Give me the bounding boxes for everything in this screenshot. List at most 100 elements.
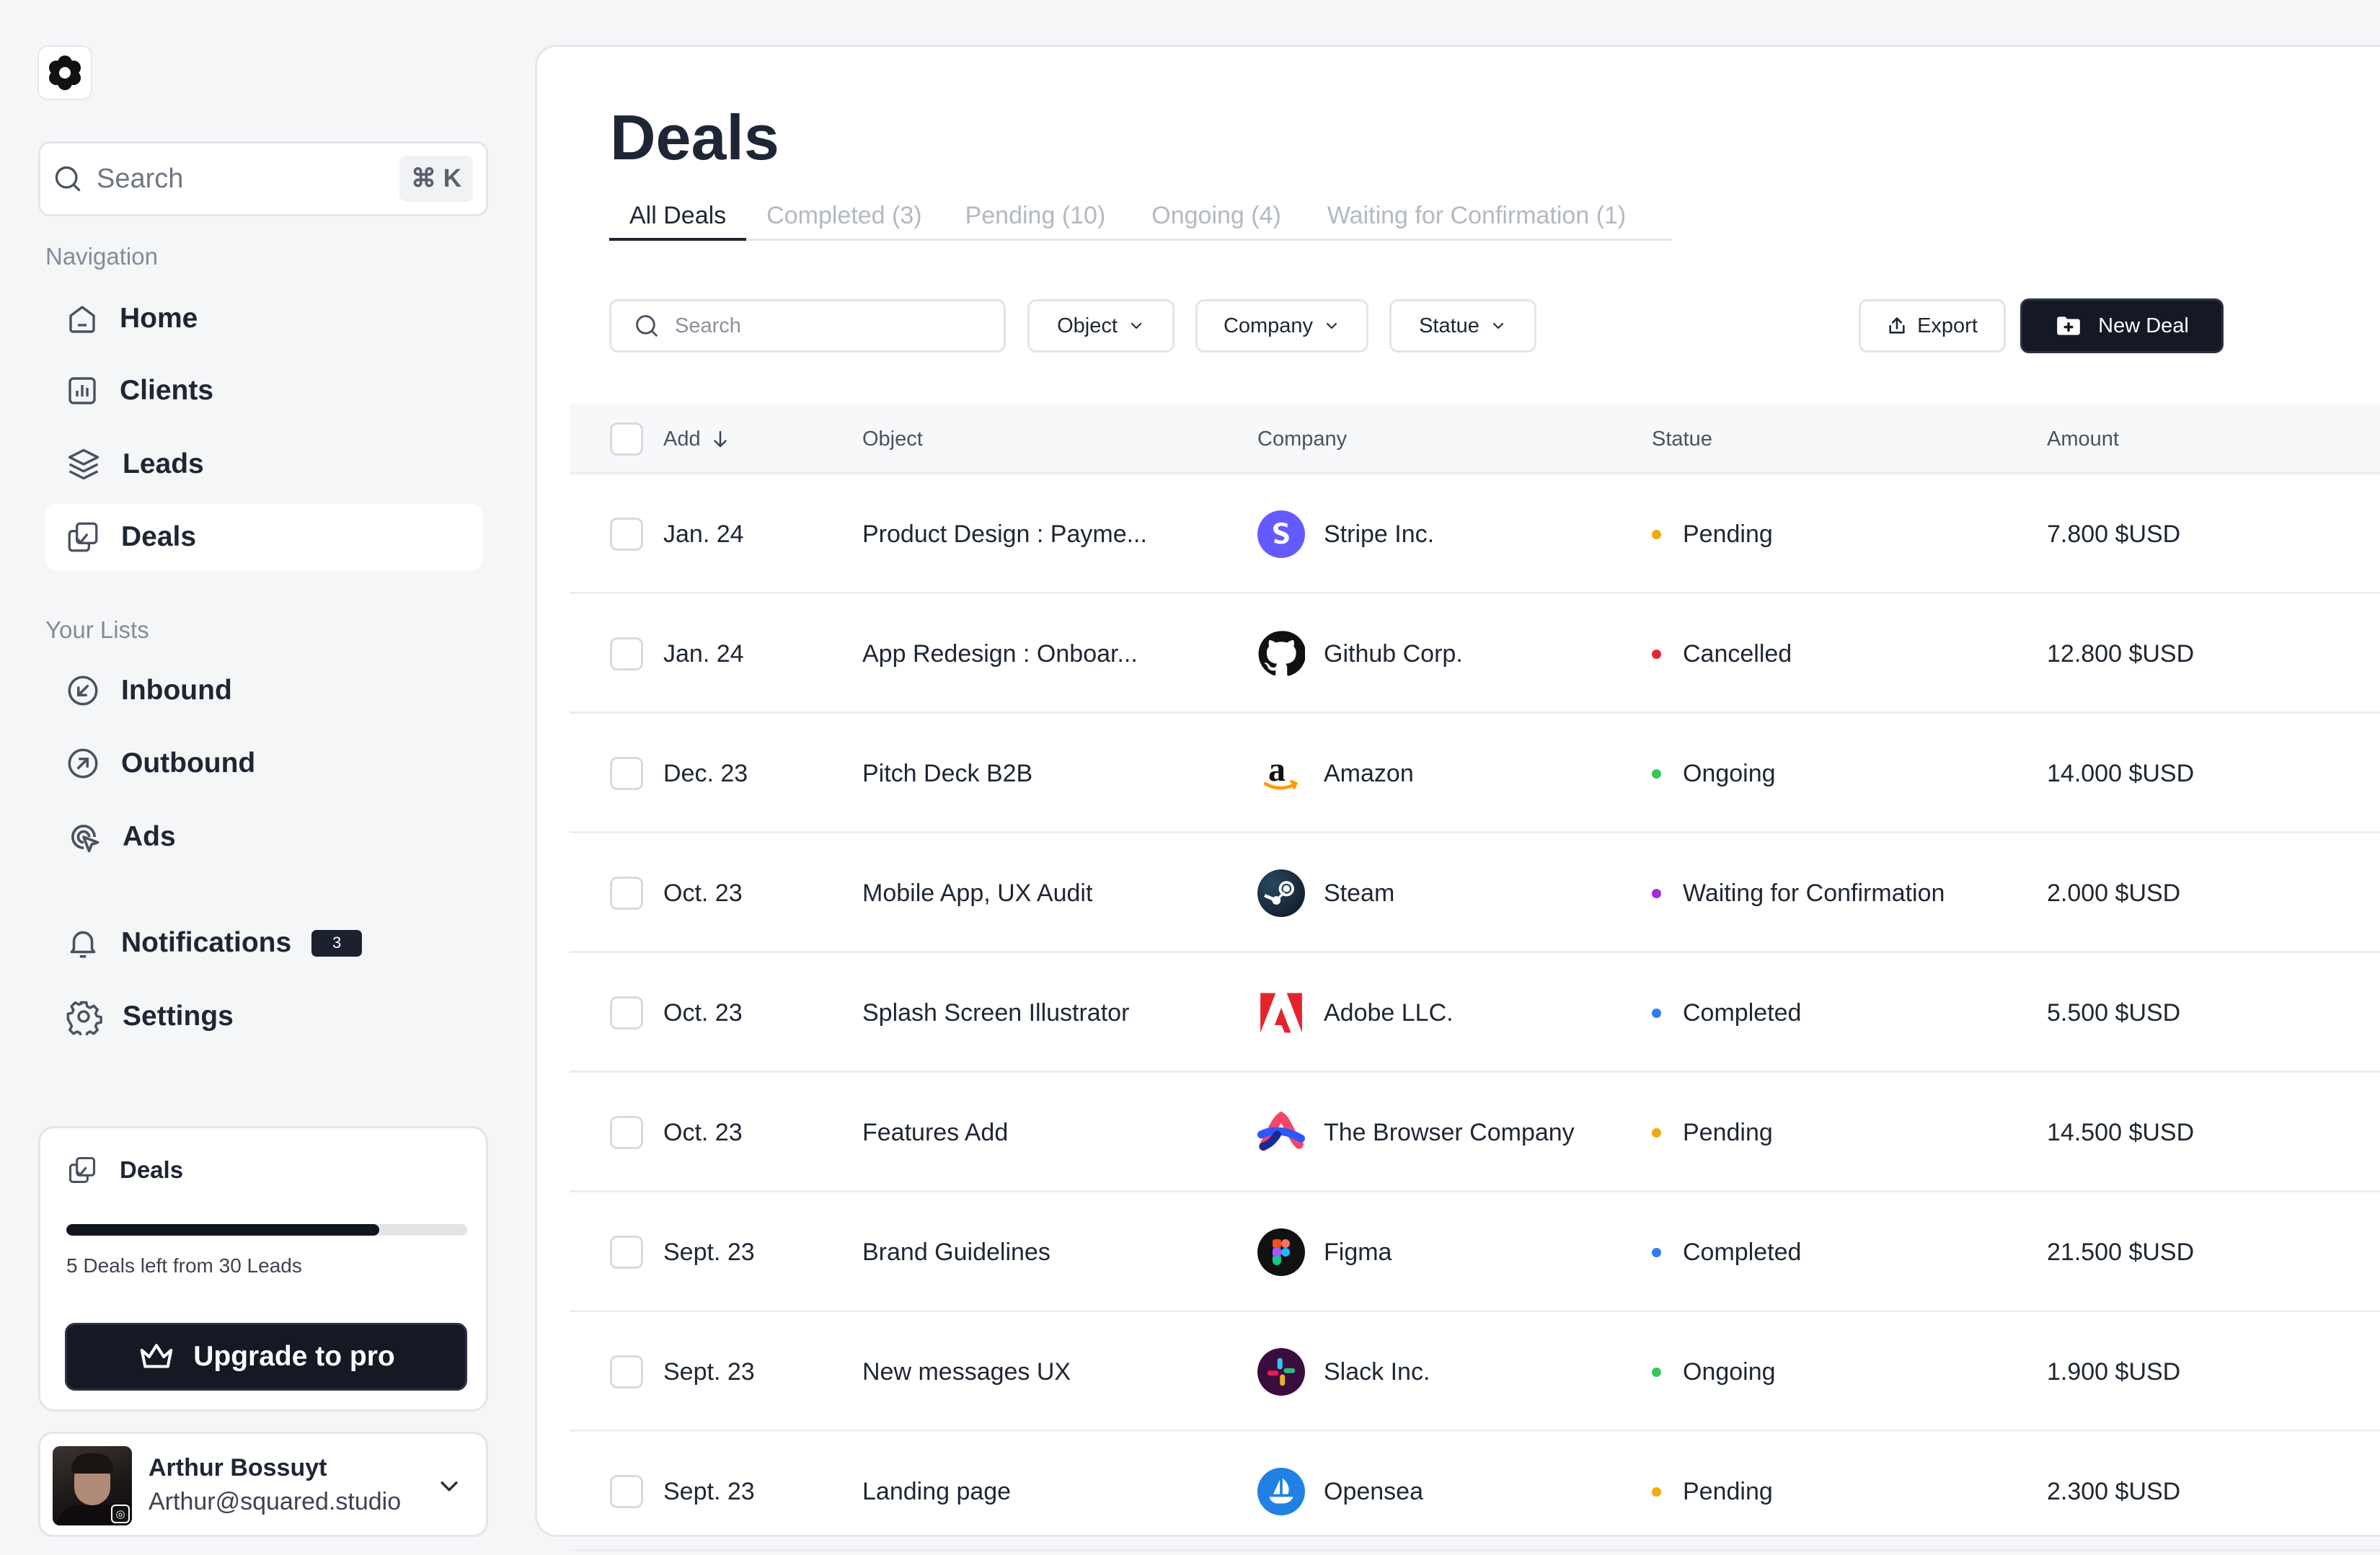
user-profile-card[interactable]: ◎ Arthur Bossuyt Arthur@squared.studio <box>38 1432 488 1537</box>
github-logo-icon <box>1257 630 1305 678</box>
row-amount: 14.500 $USD <box>2047 1118 2195 1146</box>
stripe-logo-icon <box>1257 510 1305 558</box>
crown-icon <box>140 1344 173 1368</box>
deals-search-input[interactable]: Search <box>609 299 1006 353</box>
row-amount: 7.800 $USD <box>2047 520 2181 548</box>
tab-waiting-confirmation[interactable]: Waiting for Confirmation (1) <box>1304 193 1649 241</box>
chevron-down-icon[interactable] <box>437 1474 461 1498</box>
company-filter-dropdown[interactable]: Company <box>1195 299 1368 353</box>
column-company-header[interactable]: Company <box>1257 404 1347 474</box>
table-row[interactable]: Jan. 24 App Redesign : Onboar... Github Co… <box>570 594 2380 714</box>
row-company: Github Corp. <box>1257 594 1463 714</box>
column-add-header[interactable]: Add <box>663 404 731 474</box>
row-object: Features Add <box>862 1118 1009 1146</box>
export-button[interactable]: Export <box>1859 299 2006 353</box>
tab-completed[interactable]: Completed (3) <box>746 193 942 241</box>
arrow-down-left-circle-icon <box>68 675 98 706</box>
row-amount: 21.500 $USD <box>2047 1238 2195 1266</box>
status-dot <box>1652 529 1661 539</box>
table-row[interactable]: Dec. 23 Pitch Deck B2B a Amazon Ongoing 14.00… <box>570 714 2380 833</box>
status-dot <box>1652 649 1661 659</box>
sidebar-item-inbound[interactable]: Inbound <box>45 657 482 724</box>
status-label: Cancelled <box>1683 639 1792 668</box>
amazon-logo-icon: a <box>1257 750 1305 797</box>
sidebar-item-home[interactable]: Home <box>45 285 482 352</box>
column-statue-header[interactable]: Statue <box>1652 404 1712 474</box>
company-name: Figma <box>1324 1238 1392 1266</box>
row-checkbox[interactable] <box>610 1116 643 1149</box>
sidebar-search[interactable]: Search ⌘ K <box>38 141 488 216</box>
row-checkbox[interactable] <box>610 1475 643 1508</box>
sidebar-item-deals[interactable]: Deals <box>45 504 482 570</box>
row-amount: 12.800 $USD <box>2047 639 2195 668</box>
row-checkbox[interactable] <box>610 637 643 670</box>
table-row[interactable]: Oct. 23 Splash Screen Illustrator Adobe LL… <box>570 953 2380 1073</box>
sidebar-item-outbound[interactable]: Outbound <box>45 730 482 797</box>
row-date: Sept. 23 <box>663 1477 755 1505</box>
table-row[interactable]: Oct. 23 Features Add The Browser Company Pe… <box>570 1073 2380 1192</box>
sidebar-search-placeholder: Search <box>97 163 184 194</box>
object-filter-dropdown[interactable]: Object <box>1027 299 1174 353</box>
sidebar-item-label: Clients <box>120 375 214 406</box>
row-status: Ongoing <box>1652 1312 1776 1432</box>
sidebar-item-label: Leads <box>123 448 204 479</box>
sidebar-item-label: Settings <box>123 1001 234 1032</box>
svg-text:a: a <box>1268 752 1286 789</box>
statue-filter-dropdown[interactable]: Statue <box>1389 299 1536 353</box>
tab-pending[interactable]: Pending (10) <box>942 193 1129 241</box>
sidebar-item-ads[interactable]: Ads <box>45 804 482 870</box>
status-dot <box>1652 1008 1661 1018</box>
row-checkbox[interactable] <box>610 1236 643 1269</box>
table-row[interactable]: Jan. 24 Product Design : Payme... Stripe I… <box>570 474 2380 594</box>
row-company: Stripe Inc. <box>1257 474 1434 594</box>
row-status: Pending <box>1652 474 1773 594</box>
row-amount: 2.000 $USD <box>2047 879 2181 907</box>
row-company: Opensea <box>1257 1432 1423 1551</box>
row-object: New messages UX <box>862 1357 1071 1386</box>
opensea-logo-icon <box>1257 1468 1305 1515</box>
app-logo[interactable] <box>37 45 92 100</box>
chevron-down-icon <box>1131 322 1142 329</box>
row-checkbox[interactable] <box>610 877 643 910</box>
status-dot <box>1652 1128 1661 1138</box>
tab-ongoing[interactable]: Ongoing (4) <box>1128 193 1304 241</box>
row-checkbox[interactable] <box>610 518 643 551</box>
sidebar-item-notifications[interactable]: Notifications 3 <box>45 910 482 976</box>
column-amount-header[interactable]: Amount <box>2047 404 2119 474</box>
sidebar-item-settings[interactable]: Settings <box>45 983 482 1050</box>
table-row[interactable]: Sept. 23 New messages UX Slack Inc. Ongoing… <box>570 1312 2380 1432</box>
page-title: Deals <box>610 102 779 173</box>
status-label: Completed <box>1683 998 1802 1027</box>
table-row[interactable]: Sept. 23 Landing page Opensea Pending 2.300 … <box>570 1432 2380 1551</box>
status-dot <box>1652 1367 1661 1377</box>
export-icon <box>1889 317 1905 334</box>
gear-icon <box>66 1001 102 1035</box>
sidebar-item-leads[interactable]: Leads <box>45 431 482 497</box>
row-checkbox[interactable] <box>610 1355 643 1388</box>
company-name: Amazon <box>1324 759 1414 787</box>
row-date: Oct. 23 <box>663 1118 743 1146</box>
sidebar-item-clients[interactable]: Clients <box>45 358 482 424</box>
column-object-header[interactable]: Object <box>862 404 923 474</box>
row-object: Brand Guidelines <box>862 1238 1050 1266</box>
figma-logo-icon <box>1257 1228 1305 1276</box>
filter-label: Statue <box>1419 314 1479 337</box>
table-row[interactable]: Oct. 23 Mobile App, UX Audit Steam Waiting … <box>570 833 2380 953</box>
tab-all-deals[interactable]: All Deals <box>609 193 747 241</box>
avatar: ◎ <box>53 1446 132 1525</box>
deals-progress-fill <box>66 1224 379 1236</box>
table-row[interactable]: Sept. 23 Brand Guidelines Figma Completed 21… <box>570 1192 2380 1312</box>
company-name: Slack Inc. <box>1324 1357 1430 1386</box>
status-label: Ongoing <box>1683 1357 1776 1386</box>
row-status: Pending <box>1652 1432 1773 1551</box>
row-status: Cancelled <box>1652 594 1792 714</box>
new-deal-button[interactable]: New Deal <box>2020 298 2224 353</box>
navigation-title: Navigation <box>45 243 158 270</box>
upgrade-to-pro-button[interactable]: Upgrade to pro <box>65 1323 467 1391</box>
row-checkbox[interactable] <box>610 757 643 790</box>
select-all-checkbox[interactable] <box>610 422 643 456</box>
row-checkbox[interactable] <box>610 996 643 1029</box>
company-name: The Browser Company <box>1324 1118 1575 1146</box>
deals-left-note: 5 Deals left from 30 Leads <box>66 1254 302 1277</box>
row-date: Jan. 24 <box>663 520 744 548</box>
